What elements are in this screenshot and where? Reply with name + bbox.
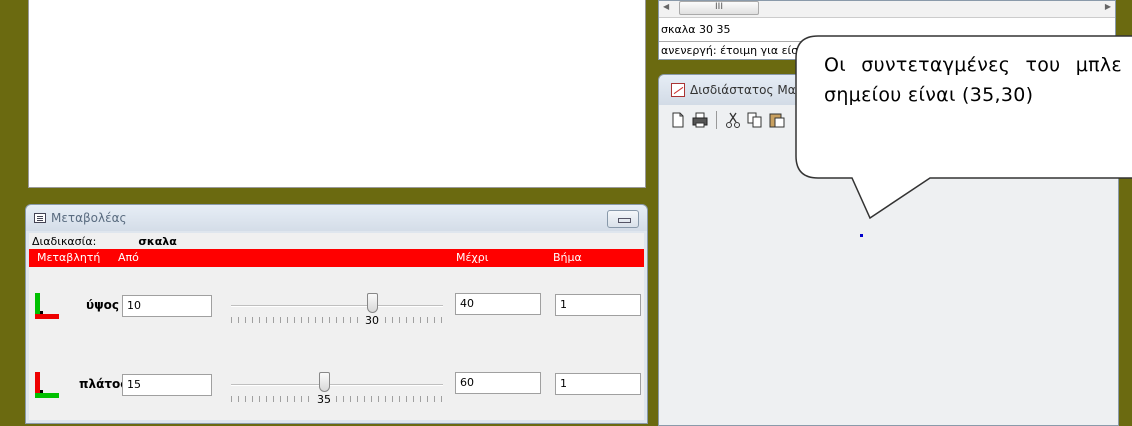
process-row: Διαδικασία: σκαλα	[29, 233, 644, 249]
variable-name-width: πλάτος	[79, 377, 128, 391]
vertical-axis-icon	[35, 293, 61, 319]
paste-icon[interactable]	[768, 111, 786, 129]
cut-icon[interactable]	[724, 111, 742, 129]
scrollbar-thumb[interactable]: III	[679, 1, 759, 15]
process-value: σκαλα	[138, 234, 177, 248]
width-slider-value: 35	[314, 393, 334, 406]
turtle-canvas[interactable]	[28, 0, 646, 188]
map-window-icon	[671, 83, 685, 97]
height-slider[interactable]: 30	[231, 291, 443, 327]
copy-icon[interactable]	[746, 111, 764, 129]
header-step: Βήμα	[553, 251, 582, 264]
height-from-input[interactable]: 10	[122, 295, 212, 317]
variator-title: Μεταβολέας	[51, 211, 127, 225]
scroll-left-icon[interactable]: ◀	[663, 2, 669, 11]
variable-row-width: πλάτος 15 35 60 1	[29, 367, 644, 407]
blue-point	[860, 234, 863, 237]
callout-text: Οι συντεταγμένες του μπλε σημείου είναι …	[824, 54, 1122, 106]
width-slider[interactable]: 35	[231, 370, 443, 406]
horizontal-scrollbar[interactable]: ◀ III ▶	[659, 1, 1115, 18]
process-label: Διαδικασία:	[32, 234, 97, 248]
height-to-input[interactable]: 40	[455, 293, 541, 315]
header-to: Μέχρι	[456, 251, 489, 264]
variator-titlebar[interactable]: Μεταβολέας	[26, 205, 647, 231]
height-slider-value: 30	[362, 314, 382, 327]
width-step-input[interactable]: 1	[555, 373, 641, 395]
width-slider-thumb[interactable]	[319, 372, 330, 392]
variable-row-height: ύψος 10 30 40 1	[29, 288, 644, 328]
header-from: Από	[118, 251, 139, 264]
map-toolbar	[669, 111, 786, 129]
new-file-icon[interactable]	[669, 111, 687, 129]
variables-header: Μεταβλητή Από Μέχρι Βήμα	[29, 249, 644, 267]
command-line[interactable]: σκαλα 30 35	[661, 23, 730, 36]
map-title: Δισδιάστατος Μα	[690, 83, 796, 97]
horizontal-axis-icon	[35, 372, 61, 398]
variable-name-height: ύψος	[86, 298, 119, 312]
height-slider-thumb[interactable]	[367, 293, 378, 313]
width-from-input[interactable]: 15	[122, 374, 212, 396]
height-step-input[interactable]: 1	[555, 294, 641, 316]
width-to-input[interactable]: 60	[455, 372, 541, 394]
variator-body: Διαδικασία: σκαλα Μεταβλητή Από Μέχρι Βή…	[29, 233, 644, 420]
variator-window: Μεταβολέας Διαδικασία: σκαλα Μεταβλητή Α…	[25, 204, 648, 424]
variator-window-icon	[34, 213, 46, 223]
print-icon[interactable]	[691, 111, 709, 129]
header-variable: Μεταβλητή	[37, 251, 101, 264]
scroll-right-icon[interactable]: ▶	[1105, 2, 1111, 11]
minimize-button[interactable]	[607, 210, 639, 228]
